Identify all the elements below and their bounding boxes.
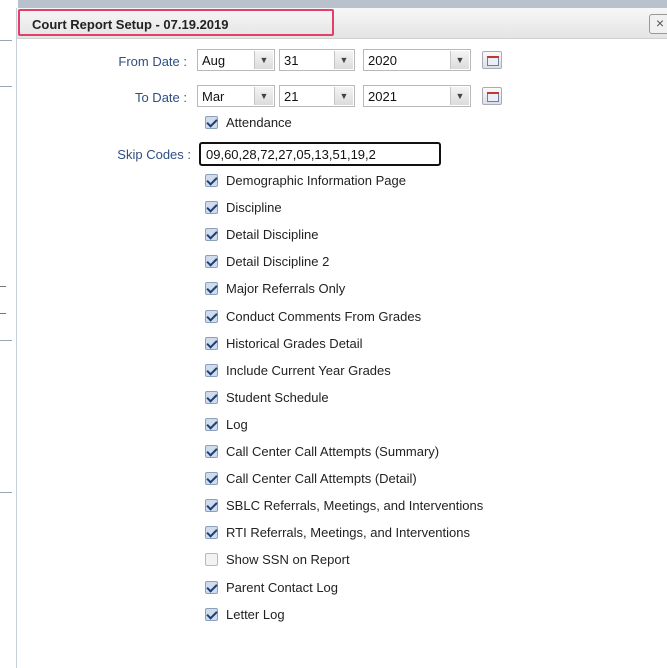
option-label: Historical Grades Detail xyxy=(226,336,363,351)
option-label: Discipline xyxy=(226,200,282,215)
option-label: Letter Log xyxy=(226,607,285,622)
chevron-down-icon: ▼ xyxy=(334,87,353,105)
chevron-down-icon: ▼ xyxy=(450,87,469,105)
to-date-label: To Date : xyxy=(134,90,187,105)
calendar-icon-header xyxy=(487,56,499,58)
from-year-value: 2020 xyxy=(368,53,397,68)
option-checkbox[interactable] xyxy=(205,418,218,431)
background-divider xyxy=(0,286,6,287)
option-label: Detail Discipline xyxy=(226,227,319,242)
option-label: Demographic Information Page xyxy=(226,173,406,188)
option-checkbox[interactable] xyxy=(205,174,218,187)
to-month-select[interactable]: Mar ▼ xyxy=(197,85,275,107)
chevron-down-icon: ▼ xyxy=(254,87,273,105)
option-label: SBLC Referrals, Meetings, and Interventi… xyxy=(226,498,484,513)
to-day-select[interactable]: 21 ▼ xyxy=(279,85,355,107)
option-checkbox[interactable] xyxy=(205,282,218,295)
option-checkbox[interactable] xyxy=(205,364,218,377)
chevron-down-icon: ▼ xyxy=(450,51,469,69)
close-button[interactable]: × xyxy=(649,14,667,34)
calendar-icon-header xyxy=(487,92,499,94)
option-checkbox[interactable] xyxy=(205,472,218,485)
attendance-checkbox[interactable] xyxy=(205,116,218,129)
title-highlight: Court Report Setup - 07.19.2019 xyxy=(18,9,334,36)
from-month-value: Aug xyxy=(202,53,226,68)
to-day-value: 21 xyxy=(284,89,299,104)
option-label: Parent Contact Log xyxy=(226,580,339,595)
option-checkbox[interactable] xyxy=(205,608,218,621)
court-report-setup-dialog: Court Report Setup - 07.19.2019 × From D… xyxy=(16,8,667,668)
skip-codes-label: Skip Codes : xyxy=(117,147,191,162)
option-label: Show SSN on Report xyxy=(226,552,350,567)
chevron-down-icon: ▼ xyxy=(334,51,353,69)
option-label: Detail Discipline 2 xyxy=(226,254,330,269)
from-day-select[interactable]: 31 ▼ xyxy=(279,49,355,71)
option-checkbox[interactable] xyxy=(205,445,218,458)
from-day-value: 31 xyxy=(284,53,299,68)
background-divider xyxy=(0,40,12,41)
option-checkbox[interactable] xyxy=(205,310,218,323)
option-checkbox[interactable] xyxy=(205,391,218,404)
option-label: Major Referrals Only xyxy=(226,281,346,296)
attendance-label: Attendance xyxy=(226,115,292,130)
option-checkbox[interactable] xyxy=(205,553,218,566)
option-label: Call Center Call Attempts (Summary) xyxy=(226,444,440,459)
skip-codes-input[interactable]: 09,60,28,72,27,05,13,51,19,2 xyxy=(199,142,441,166)
option-checkbox[interactable] xyxy=(205,581,218,594)
from-date-calendar-icon[interactable] xyxy=(482,51,502,69)
from-month-select[interactable]: Aug ▼ xyxy=(197,49,275,71)
background-divider xyxy=(0,313,6,314)
from-year-select[interactable]: 2020 ▼ xyxy=(363,49,471,71)
option-checkbox[interactable] xyxy=(205,228,218,241)
option-label: RTI Referrals, Meetings, and Interventio… xyxy=(226,525,470,540)
option-checkbox[interactable] xyxy=(205,526,218,539)
background-divider xyxy=(0,86,12,87)
option-checkbox[interactable] xyxy=(205,499,218,512)
from-date-label: From Date : xyxy=(118,54,187,69)
to-date-calendar-icon[interactable] xyxy=(482,87,502,105)
option-checkbox[interactable] xyxy=(205,201,218,214)
to-year-select[interactable]: 2021 ▼ xyxy=(363,85,471,107)
option-label: Call Center Call Attempts (Detail) xyxy=(226,471,417,486)
option-checkbox[interactable] xyxy=(205,337,218,350)
chevron-down-icon: ▼ xyxy=(254,51,273,69)
option-label: Include Current Year Grades xyxy=(226,363,391,378)
to-month-value: Mar xyxy=(202,89,225,104)
background-divider xyxy=(0,340,12,341)
option-label: Conduct Comments From Grades xyxy=(226,309,422,324)
to-year-value: 2021 xyxy=(368,89,397,104)
dialog-titlebar: Court Report Setup - 07.19.2019 × xyxy=(17,8,667,39)
background-divider xyxy=(0,492,12,493)
option-label: Student Schedule xyxy=(226,390,329,405)
option-label: Log xyxy=(226,417,248,432)
option-checkbox[interactable] xyxy=(205,255,218,268)
dialog-title: Court Report Setup - 07.19.2019 xyxy=(32,17,229,32)
